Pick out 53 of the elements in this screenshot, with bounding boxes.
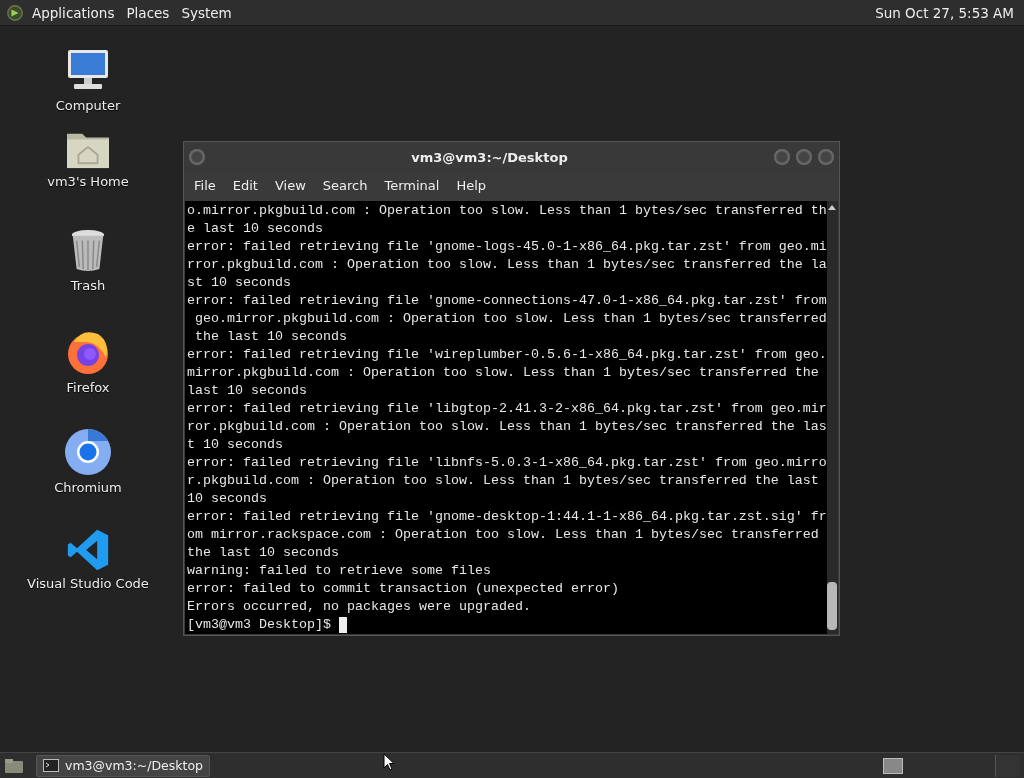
terminal-line: t 10 seconds bbox=[187, 436, 284, 454]
terminal-line: r.pkgbuild.com : Operation too slow. Less than 1 bytes/sec transferred the last bbox=[187, 472, 820, 490]
terminal-line: 10 seconds bbox=[187, 490, 268, 508]
menu-item[interactable]: Help bbox=[456, 178, 487, 194]
shell-prompt: [vm3@vm3 Desktop]$ bbox=[187, 616, 332, 634]
clock[interactable]: Sun Oct 27, 5:53 AM bbox=[875, 4, 1014, 21]
desktop-icon-label[interactable]: Computer bbox=[55, 98, 121, 113]
terminal-line: geo.mirror.pkgbuild.com : Operation too slow. Less than 1 bytes/sec transferred bbox=[194, 310, 827, 328]
terminal-line: error: failed retrieving file 'libnfs-5.0.3-1-x86_64.pkg.tar.zst' from geo.mirro bbox=[187, 454, 827, 472]
terminal-line: error: failed to commit transaction (unexpected error) bbox=[187, 580, 620, 598]
scrollbar[interactable] bbox=[826, 201, 838, 634]
desktop-icon-label[interactable]: Chromium bbox=[54, 480, 122, 495]
terminal-line: om mirror.rackspace.com : Operation too slow. Less than 1 bytes/sec transferred bbox=[187, 526, 820, 544]
desktop-icon-label[interactable]: Firefox bbox=[66, 380, 110, 395]
menu-item[interactable]: Edit bbox=[232, 178, 258, 194]
panel-menu[interactable]: Places bbox=[126, 4, 170, 21]
terminal-line: the last 10 seconds bbox=[187, 544, 340, 562]
terminal-line: Errors occurred, no packages were upgraded. bbox=[187, 598, 532, 616]
chromium-icon[interactable] bbox=[64, 428, 112, 476]
panel-menu[interactable]: Applications bbox=[32, 4, 115, 21]
text-cursor bbox=[338, 617, 347, 633]
terminal-line: rror.pkgbuild.com : Operation too slow. Less than 1 bytes/sec transferred the la bbox=[187, 256, 827, 274]
terminal-line: ror.pkgbuild.com : Operation too slow. Less than 1 bytes/sec transferred the las bbox=[187, 418, 827, 436]
menu-item[interactable]: Search bbox=[322, 178, 368, 194]
terminal-line: error: failed retrieving file 'wireplumber-0.5.6-1-x86_64.pkg.tar.zst' from geo. bbox=[187, 346, 827, 364]
show-desktop-icon[interactable] bbox=[4, 757, 24, 774]
desktop-icon-label[interactable]: vm3's Home bbox=[47, 174, 129, 189]
terminal-line: last 10 seconds bbox=[187, 382, 308, 400]
trash-icon[interactable] bbox=[69, 228, 107, 274]
mouse-pointer-icon bbox=[383, 753, 395, 771]
window-title: vm3@vm3:~/Desktop bbox=[410, 149, 569, 165]
desktop-icon-label[interactable]: Visual Studio Code bbox=[27, 576, 149, 591]
code-editor-icon[interactable] bbox=[66, 528, 110, 572]
terminal-line: mirror.pkgbuild.com : Operation too slow. Less than 1 bytes/sec transferred the bbox=[187, 364, 820, 382]
terminal-line: e last 10 seconds bbox=[187, 220, 324, 238]
terminal-line: st 10 seconds bbox=[187, 274, 292, 292]
terminal-line: the last 10 seconds bbox=[194, 328, 348, 346]
distro-logo-icon[interactable] bbox=[6, 3, 24, 22]
terminal-line: error: failed retrieving file 'gnome-desktop-1:44.1-1-x86_64.pkg.tar.zst.sig' fr bbox=[187, 508, 827, 526]
menu-item[interactable]: Terminal bbox=[384, 178, 440, 194]
panel-menu[interactable]: System bbox=[181, 4, 232, 21]
terminal-icon bbox=[43, 759, 59, 772]
task-button[interactable]: vm3@vm3:~/Desktop bbox=[36, 754, 210, 777]
terminal-line: error: failed retrieving file 'libgtop-2.41.3-2-x86_64.pkg.tar.zst' from geo.mir bbox=[187, 400, 827, 418]
terminal-line: o.mirror.pkgbuild.com : Operation too slow. Less than 1 bytes/sec transferred th bbox=[187, 202, 827, 220]
terminal-line: error: failed retrieving file 'gnome-connections-47.0-1-x86_64.pkg.tar.zst' from bbox=[187, 292, 827, 310]
scroll-up-icon[interactable] bbox=[827, 203, 838, 211]
menu-item[interactable]: View bbox=[274, 178, 306, 194]
scrollbar-thumb[interactable] bbox=[827, 582, 838, 630]
desktop-icon-label[interactable]: Trash bbox=[70, 278, 106, 293]
terminal-line: warning: failed to retrieve some files bbox=[187, 562, 492, 580]
menu-item[interactable]: File bbox=[194, 178, 216, 194]
terminal-line: error: failed retrieving file 'gnome-logs-45.0-1-x86_64.pkg.tar.zst' from geo.mi bbox=[187, 238, 827, 256]
